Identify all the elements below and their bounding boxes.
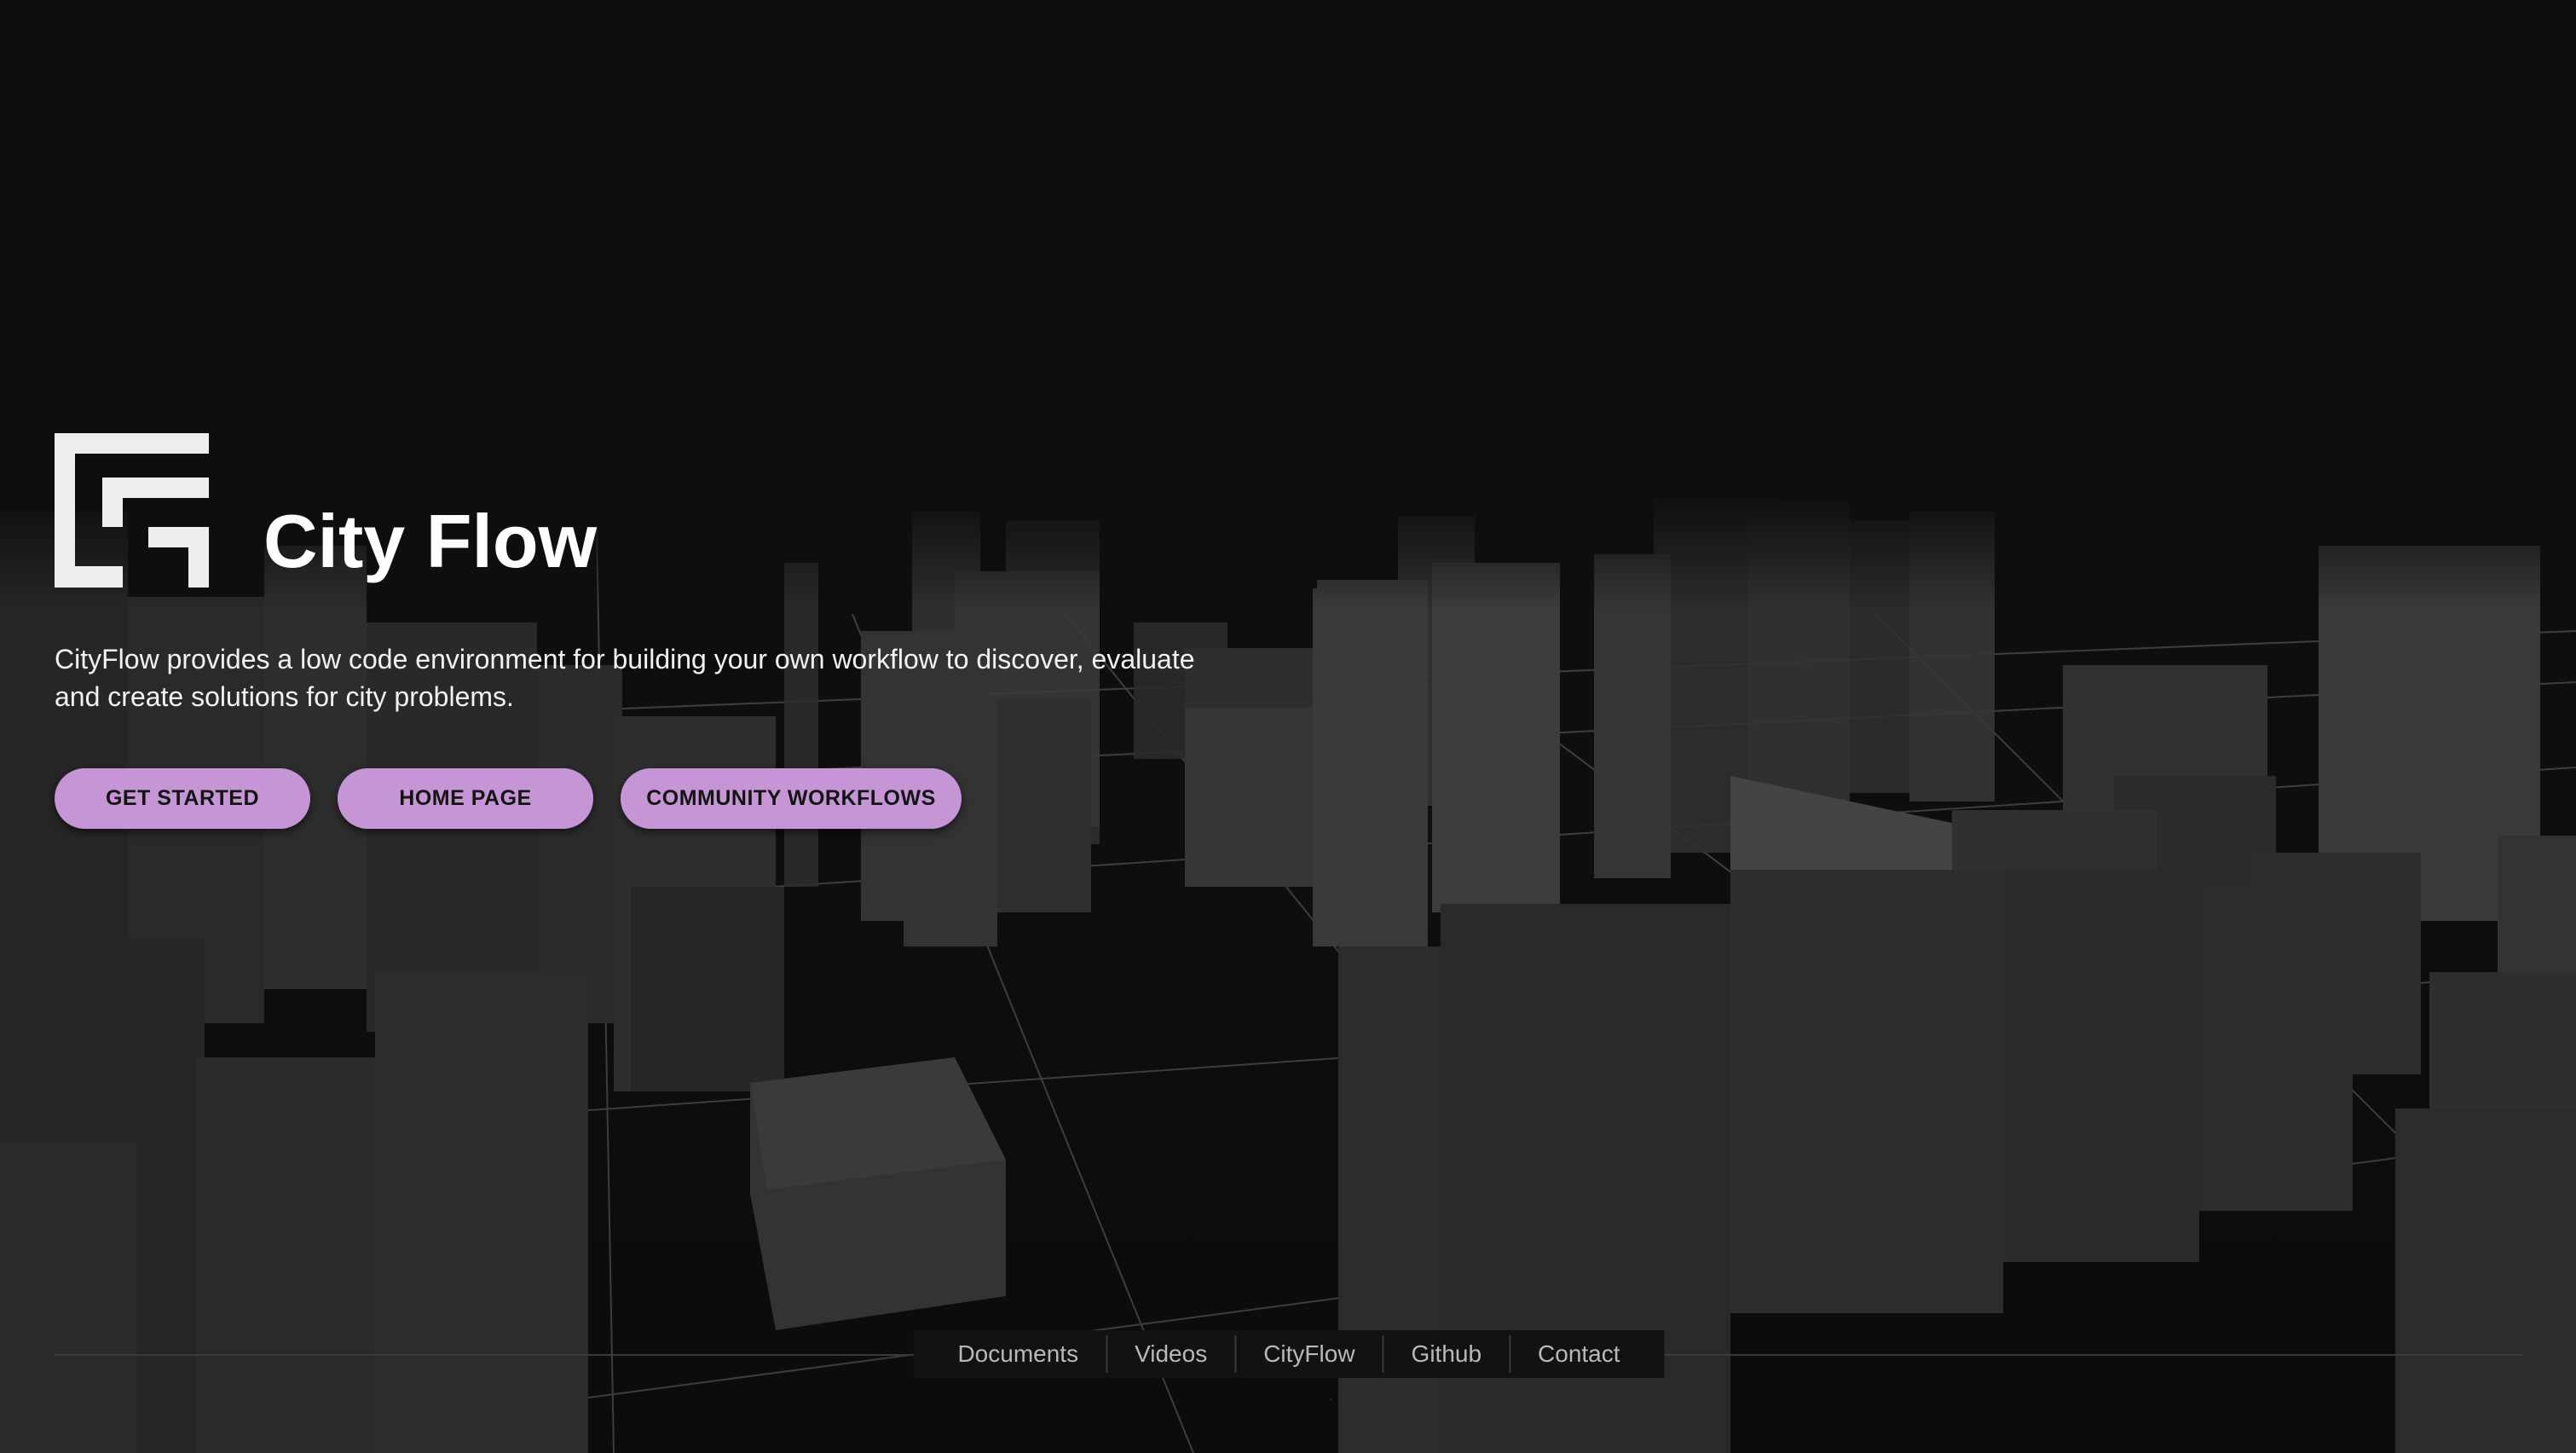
app-title: City Flow xyxy=(263,499,598,583)
home-page-button[interactable]: HOME PAGE xyxy=(338,768,593,829)
footer-nav: Documents Videos CityFlow Github Contact xyxy=(913,1330,1665,1378)
cta-buttons: GET STARTED HOME PAGE COMMUNITY WORKFLOW… xyxy=(55,768,1248,829)
cityflow-logo-icon xyxy=(55,433,209,588)
community-workflows-button[interactable]: COMMUNITY WORKFLOWS xyxy=(621,768,962,829)
footer-link-cityflow[interactable]: CityFlow xyxy=(1236,1335,1382,1373)
get-started-button[interactable]: GET STARTED xyxy=(55,768,310,829)
hero-section: City Flow CityFlow provides a low code e… xyxy=(55,433,1248,829)
footer-link-videos[interactable]: Videos xyxy=(1107,1335,1234,1373)
app-description: CityFlow provides a low code environment… xyxy=(55,644,1195,712)
landing-page: City Flow CityFlow provides a low code e… xyxy=(0,0,2576,1453)
footer-link-documents[interactable]: Documents xyxy=(930,1335,1106,1373)
brand: City Flow xyxy=(55,433,1248,588)
footer: Documents Videos CityFlow Github Contact xyxy=(55,1330,2523,1378)
footer-link-github[interactable]: Github xyxy=(1384,1335,1510,1373)
footer-link-contact[interactable]: Contact xyxy=(1510,1335,1648,1373)
